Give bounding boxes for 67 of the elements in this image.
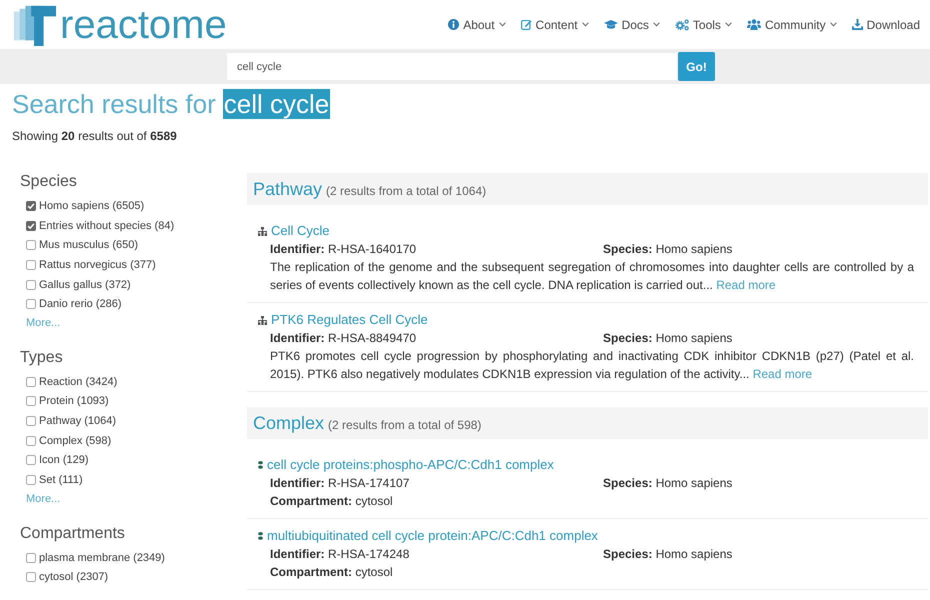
checkbox[interactable] bbox=[26, 416, 36, 426]
checkbox[interactable] bbox=[26, 299, 36, 310]
hierarchy-icon bbox=[258, 226, 267, 236]
filter-label[interactable]: Pathway (1064) bbox=[39, 415, 116, 428]
nav-link[interactable]: Download bbox=[852, 16, 920, 32]
facet-heading: Species bbox=[20, 172, 78, 192]
facet-heading: Types bbox=[20, 348, 64, 368]
checkbox[interactable] bbox=[26, 280, 36, 290]
stacked-dots-icon bbox=[258, 461, 263, 469]
checkbox[interactable] bbox=[26, 200, 36, 211]
nav-link[interactable]: Tools bbox=[674, 16, 732, 32]
checkbox[interactable] bbox=[26, 396, 36, 406]
identifier-text: Identifier: R-HSA-174107 bbox=[270, 475, 410, 492]
facet-heading: Compartments bbox=[20, 524, 126, 544]
identifier-text: Identifier: R-HSA-174248 bbox=[270, 546, 410, 563]
filter-label[interactable]: Mus musculus (650) bbox=[39, 239, 138, 252]
species-text: Species: Homo sapiens bbox=[603, 475, 734, 492]
results-heading: Search results for bbox=[12, 89, 216, 119]
filter-label[interactable]: Set (111) bbox=[39, 474, 83, 486]
stacked-dots-icon bbox=[258, 532, 263, 540]
section-title: Pathway bbox=[253, 179, 322, 199]
filter-label[interactable]: Rattus norvegicus (377) bbox=[39, 258, 156, 271]
query-highlight: cell cycle bbox=[222, 89, 330, 119]
checkbox[interactable] bbox=[26, 240, 36, 250]
checkbox[interactable] bbox=[26, 376, 36, 387]
checkbox[interactable] bbox=[26, 455, 36, 466]
nav-link[interactable]: Content bbox=[520, 16, 589, 32]
filter-label[interactable]: Homo sapiens (6505) bbox=[39, 200, 144, 212]
checkbox[interactable] bbox=[26, 436, 36, 446]
section-count: (2 results from a total of 598) bbox=[328, 418, 482, 432]
filter-label[interactable]: plasma membrane (2349) bbox=[39, 552, 165, 564]
filter-label[interactable]: Danio rerio (286) bbox=[39, 298, 122, 310]
checkbox[interactable] bbox=[26, 572, 36, 582]
hierarchy-icon bbox=[258, 316, 267, 324]
species-text: Species: Homo sapiens bbox=[603, 241, 734, 258]
filter-label[interactable]: cytosol (2307) bbox=[39, 571, 108, 584]
compartment-text: Compartment: cytosol bbox=[270, 493, 394, 510]
filter-label[interactable]: Icon (129) bbox=[39, 454, 89, 466]
info-icon bbox=[448, 19, 460, 30]
filter-label[interactable]: Gallus gallus (372) bbox=[39, 278, 131, 291]
checkbox[interactable] bbox=[26, 475, 36, 486]
description-text: PTK6 promotes cell cycle progression by phosphorylating and inactivating CDK inhibitor CDKN1B (p27) (Patel et al. 2015). PTK6 also negatively modulates CDKN1B expression via regulation of the activity... Read more bbox=[270, 348, 914, 383]
section-count: (2 results from a total of 1064) bbox=[326, 184, 486, 198]
checkbox[interactable] bbox=[26, 260, 36, 270]
filter-label[interactable]: Protein (1093) bbox=[39, 395, 109, 408]
nav-link[interactable]: Docs bbox=[604, 16, 660, 32]
filter-label[interactable]: Reaction (3424) bbox=[39, 376, 118, 388]
search-field[interactable]: cell cycle bbox=[227, 53, 677, 80]
edit-icon bbox=[520, 19, 532, 30]
nav-link[interactable]: About bbox=[448, 16, 506, 32]
nav-link[interactable]: Community bbox=[746, 16, 837, 32]
species-text: Species: Homo sapiens bbox=[603, 546, 734, 563]
gears-icon bbox=[674, 18, 689, 30]
graduation-cap-icon bbox=[604, 20, 618, 30]
users-icon bbox=[746, 19, 761, 30]
compartment-text: Compartment: cytosol bbox=[270, 564, 394, 581]
filter-label[interactable]: Complex (598) bbox=[39, 434, 112, 447]
results-summary: Showing 20 results out of 6589 bbox=[12, 128, 178, 144]
section-title: Complex bbox=[253, 413, 324, 433]
identifier-text: Identifier: R-HSA-8849470 bbox=[270, 330, 418, 347]
species-text: Species: Homo sapiens bbox=[603, 330, 734, 347]
checkbox[interactable] bbox=[26, 552, 36, 562]
filter-label[interactable]: Entries without species (84) bbox=[39, 220, 174, 232]
checkbox[interactable] bbox=[26, 220, 36, 231]
description-text: The replication of the genome and the subsequent segregation of chromosomes into daughter cells are controlled by a series of events collectively known as the cell cycle. DNA replication is carried out... Read more bbox=[270, 259, 914, 294]
download-icon bbox=[852, 19, 863, 30]
identifier-text: Identifier: R-HSA-1640170 bbox=[270, 241, 418, 258]
